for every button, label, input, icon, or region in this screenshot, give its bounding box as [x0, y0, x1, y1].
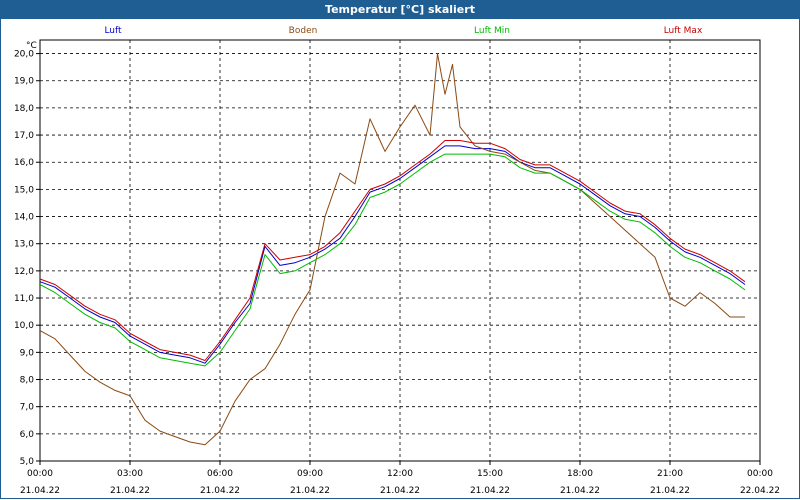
- legend-entry-boden: Boden: [289, 26, 318, 36]
- temperature-chart: 5,0 6,0 7,0 8,0 9,0 10,0 11,0 12,0 13,0 14,0 15,0 1…: [14, 26, 780, 496]
- y-tick-label: 12,0: [14, 267, 34, 277]
- y-tick-label: 19,0: [14, 77, 34, 87]
- y-tick-label: 14,0: [14, 213, 34, 223]
- series-line-luft-max: [39, 140, 746, 361]
- x-tick-time-label: 00:00: [747, 469, 773, 479]
- x-tick-time-label: 06:00: [207, 469, 233, 479]
- y-axis-tick-labels: 5,0 6,0 7,0 8,0 9,0 10,0 11,0 12,0 13,0 14,0 15,0 1…: [14, 50, 34, 467]
- x-tick-time-label: 15:00: [477, 469, 503, 479]
- x-tick-time-label: 18:00: [567, 469, 593, 479]
- y-tick-label: 11,0: [14, 294, 34, 304]
- y-tick-label: 10,0: [14, 321, 34, 331]
- x-tick-date-label: 21.04.22: [20, 486, 60, 496]
- legend-entry-luft: Luft: [104, 26, 122, 36]
- x-axis-tick-labels: 00:00 21.04.22 03:00 21.04.22 06:00 21.04.22 0…: [20, 469, 780, 496]
- x-tick-time-label: 09:00: [297, 469, 323, 479]
- series-line-luft-min: [39, 153, 746, 367]
- grid-lines: [36, 39, 761, 465]
- x-tick-time-label: 12:00: [387, 469, 413, 479]
- x-tick-date-label: 21.04.22: [560, 486, 600, 496]
- legend-entry-luft-max: Luft Max: [664, 26, 703, 36]
- x-tick-date-label: 22.04.22: [740, 486, 780, 496]
- y-tick-label: 17,0: [14, 131, 34, 141]
- y-tick-label: 13,0: [14, 240, 34, 250]
- y-tick-label: 7,0: [20, 403, 35, 413]
- y-tick-label: 5,0: [20, 457, 35, 467]
- legend: Luft Boden Luft Min Luft Max: [104, 26, 703, 36]
- y-tick-label: 8,0: [20, 376, 35, 386]
- x-tick-time-label: 03:00: [117, 469, 143, 479]
- y-tick-label: 20,0: [14, 50, 34, 60]
- y-axis-unit-label: °C: [26, 41, 37, 51]
- y-tick-label: 18,0: [14, 104, 34, 114]
- x-tick-date-label: 21.04.22: [470, 486, 510, 496]
- y-tick-label: 6,0: [20, 430, 35, 440]
- legend-entry-luft-min: Luft Min: [474, 26, 510, 36]
- x-tick-date-label: 21.04.22: [200, 486, 240, 496]
- series-lines: [39, 53, 746, 446]
- x-tick-date-label: 21.04.22: [110, 486, 150, 496]
- series-line-luft: [39, 145, 746, 364]
- x-tick-date-label: 21.04.22: [650, 486, 690, 496]
- y-tick-label: 16,0: [14, 158, 34, 168]
- x-tick-date-label: 21.04.22: [380, 486, 420, 496]
- x-tick-time-label: 21:00: [657, 469, 683, 479]
- y-tick-label: 15,0: [14, 185, 34, 195]
- x-tick-date-label: 21.04.22: [290, 486, 330, 496]
- y-tick-label: 9,0: [20, 348, 35, 358]
- x-tick-time-label: 00:00: [27, 469, 53, 479]
- series-line-boden: [39, 53, 745, 446]
